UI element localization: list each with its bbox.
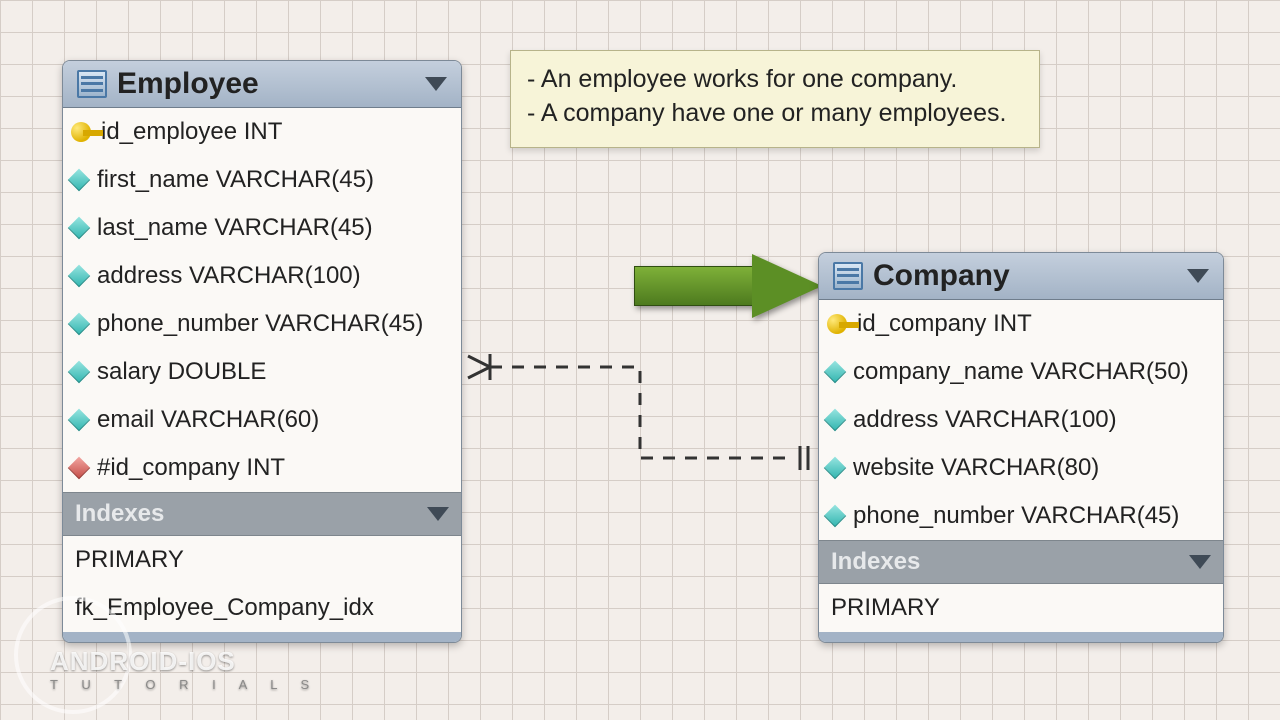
column-label: first_name VARCHAR(45) [97,166,374,194]
table-company[interactable]: Company id_company INT company_name VARC… [818,252,1224,643]
column-row[interactable]: salary DOUBLE [63,348,461,396]
collapse-icon[interactable] [1187,269,1209,283]
column-label: email VARCHAR(60) [97,406,319,434]
primary-key-icon [71,122,91,142]
column-icon [68,265,91,288]
index-name: fk_Employee_Company_idx [75,594,374,622]
table-icon [77,70,107,98]
column-row[interactable]: address VARCHAR(100) [819,396,1223,444]
column-row[interactable]: company_name VARCHAR(50) [819,348,1223,396]
table-company-columns: id_company INT company_name VARCHAR(50) … [819,300,1223,540]
column-row[interactable]: email VARCHAR(60) [63,396,461,444]
column-icon [824,505,847,528]
column-row[interactable]: first_name VARCHAR(45) [63,156,461,204]
erd-canvas[interactable]: - An employee works for one company. - A… [0,0,1280,720]
column-label: company_name VARCHAR(50) [853,358,1189,386]
table-company-title: Company [873,259,1010,293]
column-icon [68,361,91,384]
index-row[interactable]: PRIMARY [63,536,461,584]
table-footer [819,632,1223,642]
watermark-title: ANDROID-IOS [50,646,319,677]
table-employee[interactable]: Employee id_employee INT first_name VARC… [62,60,462,643]
column-label: last_name VARCHAR(45) [97,214,373,242]
column-label: id_employee INT [101,118,282,146]
table-icon [833,262,863,290]
note-line-1: - An employee works for one company. [527,63,1023,97]
watermark: ANDROID-IOS T U T O R I A L S [50,646,319,692]
column-row[interactable]: #id_company INT [63,444,461,492]
collapse-icon[interactable] [427,507,449,521]
table-company-header[interactable]: Company [819,253,1223,300]
watermark-subtitle: T U T O R I A L S [50,677,319,692]
relationship-connector [460,350,820,480]
foreign-key-icon [68,457,91,480]
column-icon [824,361,847,384]
column-icon [68,217,91,240]
column-label: salary DOUBLE [97,358,266,386]
column-icon [68,313,91,336]
column-label: phone_number VARCHAR(45) [853,502,1179,530]
column-row[interactable]: last_name VARCHAR(45) [63,204,461,252]
column-label: id_company INT [857,310,1032,338]
indexes-label: Indexes [831,548,920,576]
column-icon [824,457,847,480]
column-label: phone_number VARCHAR(45) [97,310,423,338]
column-label: address VARCHAR(100) [853,406,1117,434]
index-name: PRIMARY [75,546,184,574]
table-employee-title: Employee [117,67,259,101]
collapse-icon[interactable] [425,77,447,91]
column-row[interactable]: phone_number VARCHAR(45) [63,300,461,348]
arrow-icon [634,256,824,314]
column-icon [68,169,91,192]
primary-key-icon [827,314,847,334]
indexes-label: Indexes [75,500,164,528]
column-label: website VARCHAR(80) [853,454,1099,482]
index-name: PRIMARY [831,594,940,622]
column-label: #id_company INT [97,454,285,482]
column-label: address VARCHAR(100) [97,262,361,290]
column-icon [824,409,847,432]
note-line-2: - A company have one or many employees. [527,97,1023,131]
column-row[interactable]: id_employee INT [63,108,461,156]
indexes-header[interactable]: Indexes [819,540,1223,584]
column-row[interactable]: address VARCHAR(100) [63,252,461,300]
column-icon [68,409,91,432]
column-row[interactable]: phone_number VARCHAR(45) [819,492,1223,540]
table-employee-columns: id_employee INT first_name VARCHAR(45) l… [63,108,461,492]
table-employee-header[interactable]: Employee [63,61,461,108]
collapse-icon[interactable] [1189,555,1211,569]
column-row[interactable]: website VARCHAR(80) [819,444,1223,492]
note-box: - An employee works for one company. - A… [510,50,1040,148]
column-row[interactable]: id_company INT [819,300,1223,348]
index-row[interactable]: PRIMARY [819,584,1223,632]
indexes-header[interactable]: Indexes [63,492,461,536]
